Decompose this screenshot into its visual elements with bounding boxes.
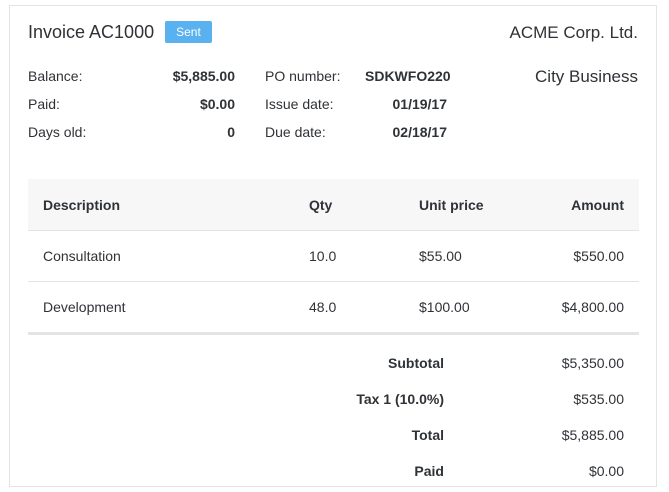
invoice-summary: Balance: $5,885.00 Paid: $0.00 Days old:… [28, 62, 235, 146]
table-row: Development 48.0 $100.00 $4,800.00 [28, 281, 639, 335]
column-header-unit-price: Unit price [419, 196, 484, 213]
issue-date-row: Issue date: 01/19/17 [265, 90, 447, 118]
issue-date-value: 01/19/17 [392, 96, 448, 112]
tax-value: $535.00 [573, 391, 624, 407]
tax-row: Tax 1 (10.0%) $535.00 [28, 381, 639, 417]
status-badge: Sent [165, 21, 212, 43]
company-name: ACME Corp. Ltd. [509, 23, 639, 42]
due-date-value: 02/18/17 [392, 124, 448, 140]
days-old-value: 0 [227, 124, 235, 140]
paid-label: Paid: [28, 96, 60, 112]
balance-label: Balance: [28, 68, 83, 84]
table-row: Consultation 10.0 $55.00 $550.00 [28, 230, 639, 281]
column-header-amount: Amount [571, 196, 624, 213]
invoice-details: PO number: SDKWFO220 Issue date: 01/19/1… [265, 62, 451, 146]
item-qty: 10.0 [309, 248, 337, 264]
subtotal-label: Subtotal [388, 355, 444, 371]
paid-value: $0.00 [199, 96, 235, 112]
item-unit-price: $100.00 [419, 299, 470, 315]
paid-total-row: Paid $0.00 [28, 453, 639, 486]
due-date-label: Due date: [265, 124, 326, 140]
item-unit-price: $55.00 [419, 248, 462, 264]
invoice-header: Invoice AC1000 Sent [28, 21, 212, 43]
column-header-qty: Qty [309, 196, 333, 213]
totals-section: Subtotal $5,350.00 Tax 1 (10.0%) $535.00… [28, 345, 639, 486]
invoice-card: Invoice AC1000 Sent ACME Corp. Ltd. City… [9, 5, 657, 487]
line-items-table: Description Qty Unit price Amount Consul… [28, 179, 639, 335]
item-qty: 48.0 [309, 299, 337, 315]
balance-value: $5,885.00 [172, 68, 235, 84]
invoice-title: Invoice AC1000 [28, 21, 155, 42]
table-header: Description Qty Unit price Amount [28, 179, 639, 230]
tax-label: Tax 1 (10.0%) [356, 391, 444, 407]
paid-row: Paid: $0.00 [28, 90, 235, 118]
item-description: Development [43, 299, 126, 315]
po-number-row: PO number: SDKWFO220 [265, 62, 451, 90]
issue-date-label: Issue date: [265, 96, 334, 112]
branch-name: City Business [535, 67, 638, 86]
days-old-label: Days old: [28, 124, 87, 140]
total-value: $5,885.00 [561, 427, 624, 443]
days-old-row: Days old: 0 [28, 118, 235, 146]
subtotal-row: Subtotal $5,350.00 [28, 345, 639, 381]
po-number-value: SDKWFO220 [365, 68, 451, 84]
column-header-description: Description [43, 196, 121, 213]
po-number-label: PO number: [265, 68, 341, 84]
due-date-row: Due date: 02/18/17 [265, 118, 447, 146]
subtotal-value: $5,350.00 [561, 355, 624, 371]
total-label: Total [411, 427, 444, 443]
total-row: Total $5,885.00 [28, 417, 639, 453]
item-amount: $4,800.00 [561, 299, 624, 315]
item-description: Consultation [43, 248, 121, 264]
item-amount: $550.00 [573, 248, 624, 264]
paid-total-label: Paid [414, 463, 444, 479]
paid-total-value: $0.00 [588, 463, 624, 479]
balance-row: Balance: $5,885.00 [28, 62, 235, 90]
